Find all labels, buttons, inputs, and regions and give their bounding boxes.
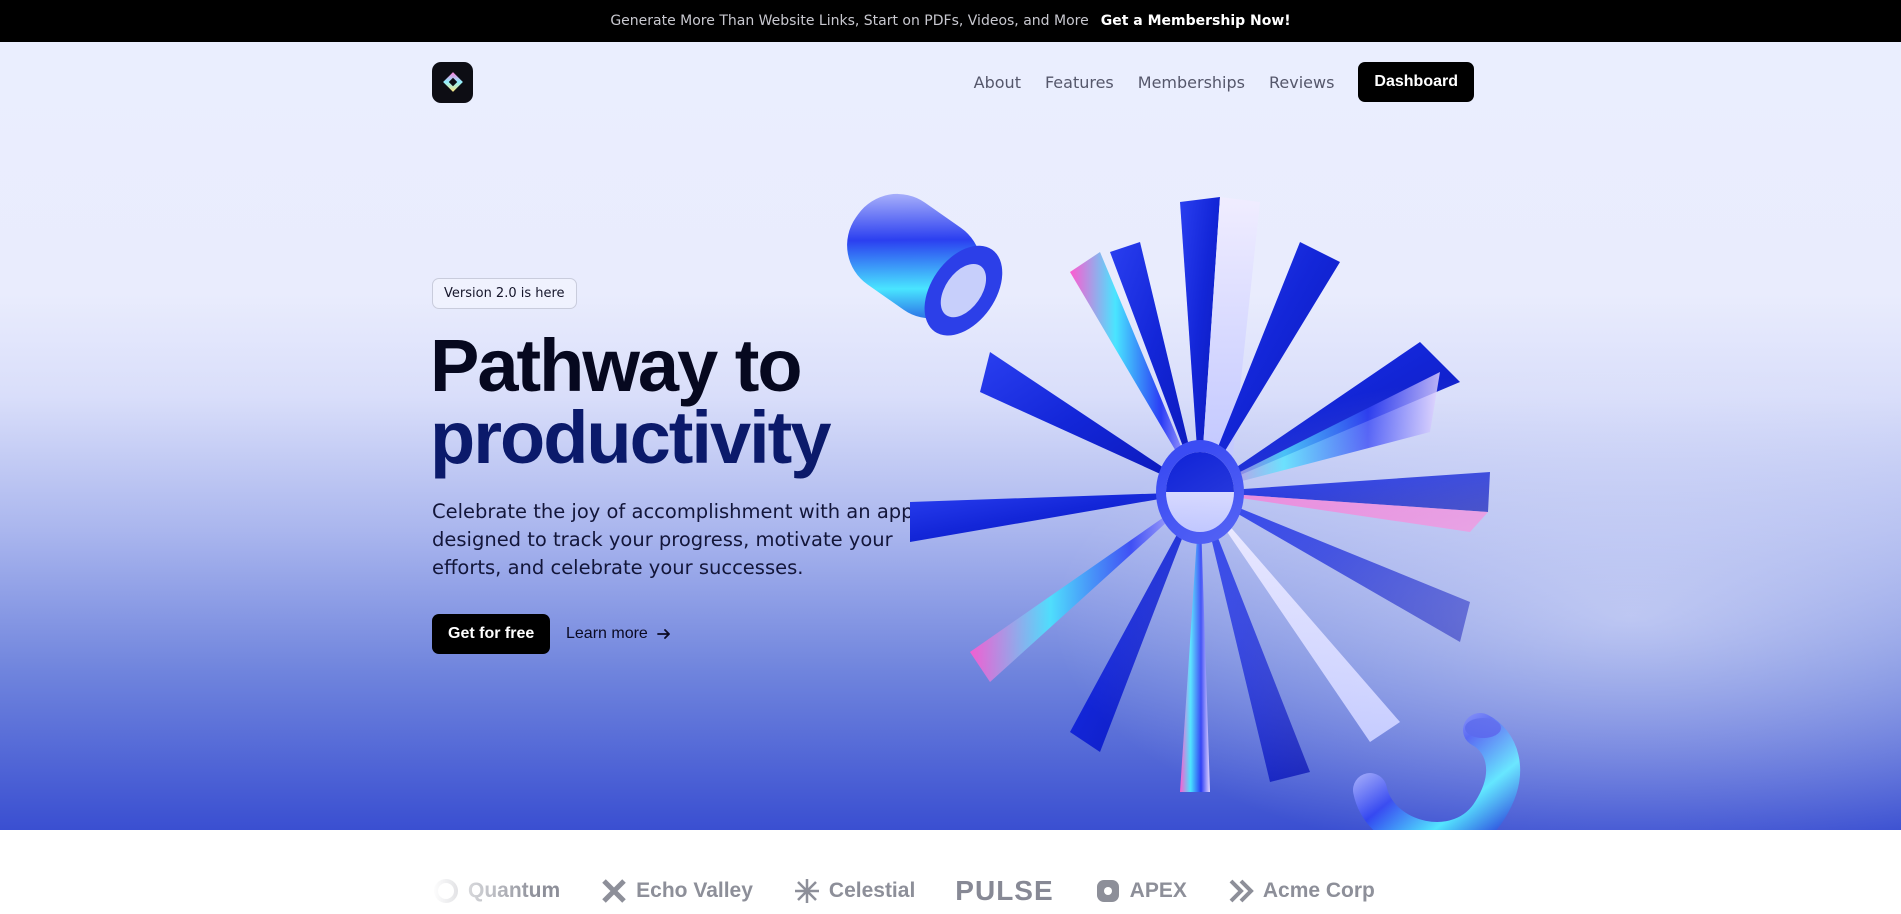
membership-link[interactable]: Get a Membership Now! bbox=[1101, 13, 1291, 29]
brand-name: APEX bbox=[1129, 879, 1187, 902]
diamond-logo-icon[interactable] bbox=[432, 61, 473, 103]
logo-acme: Acme Corp bbox=[1227, 877, 1375, 905]
customer-logos: Quantum Echo Valley Celestial PULSE APEX… bbox=[432, 868, 1474, 914]
nav-memberships[interactable]: Memberships bbox=[1138, 73, 1245, 92]
arrow-right-icon bbox=[656, 629, 670, 639]
top-nav: About Features Memberships Reviews Dashb… bbox=[432, 61, 1474, 103]
version-badge: Version 2.0 is here bbox=[432, 278, 577, 309]
hero-3d-illustration bbox=[847, 193, 1521, 830]
nav-features[interactable]: Features bbox=[1045, 73, 1114, 92]
logo-pulse: PULSE bbox=[955, 875, 1053, 907]
acme-icon bbox=[1229, 879, 1254, 903]
quantum-icon bbox=[434, 879, 458, 903]
echo-valley-icon bbox=[602, 879, 626, 903]
nav-links: About Features Memberships Reviews Dashb… bbox=[974, 62, 1474, 102]
asterisk-icon bbox=[794, 879, 819, 903]
nav-about[interactable]: About bbox=[974, 73, 1021, 92]
logo-echo-valley: Echo Valley bbox=[600, 877, 753, 905]
title-line-2: productivity bbox=[430, 396, 831, 479]
brand-name: Echo Valley bbox=[636, 879, 753, 902]
learn-more-button[interactable]: Learn more bbox=[566, 614, 672, 654]
brand-name: PULSE bbox=[955, 875, 1054, 906]
logo-celestial: Celestial bbox=[793, 877, 915, 905]
announcement-bar: Generate More Than Website Links, Start … bbox=[0, 0, 1901, 42]
brand-name: Quantum bbox=[468, 879, 561, 902]
announcement-message: Generate More Than Website Links, Start … bbox=[610, 13, 1089, 29]
logo-apex: APEX bbox=[1094, 877, 1187, 905]
page-title: Pathway to productivity bbox=[430, 324, 831, 479]
logo-quantum: Quantum bbox=[432, 877, 560, 905]
nav-reviews[interactable]: Reviews bbox=[1269, 73, 1334, 92]
learn-more-label: Learn more bbox=[566, 625, 648, 642]
brand-name: Acme Corp bbox=[1262, 879, 1375, 902]
dashboard-button[interactable]: Dashboard bbox=[1358, 62, 1474, 102]
hero-section: About Features Memberships Reviews Dashb… bbox=[0, 42, 1901, 830]
get-for-free-button[interactable]: Get for free bbox=[432, 614, 551, 654]
brand-name: Celestial bbox=[828, 879, 916, 902]
title-line-1: Pathway to bbox=[430, 324, 803, 407]
apex-icon bbox=[1096, 880, 1119, 902]
